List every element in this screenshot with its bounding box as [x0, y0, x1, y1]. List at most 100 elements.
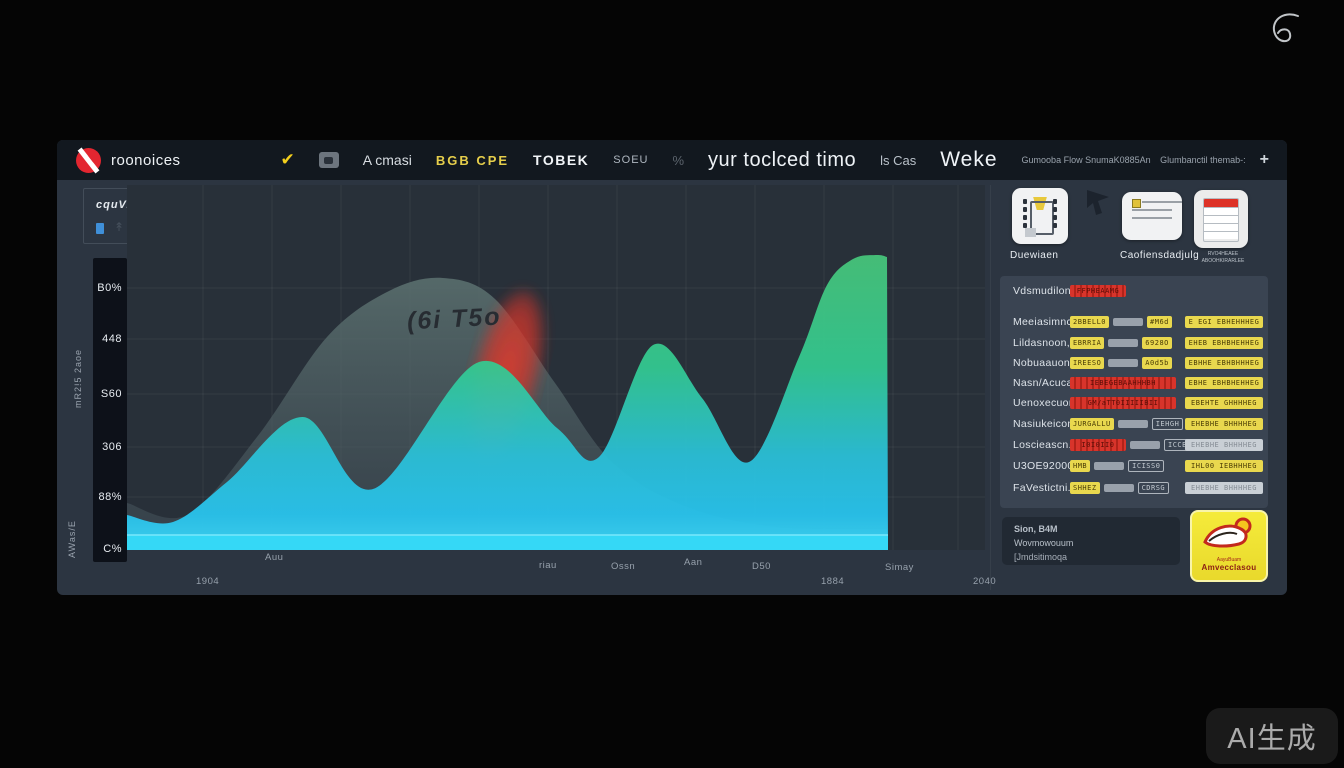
- metric-row-3[interactable]: NobuaauonIREESO A0d5b EBHHE EBHBHHHEG: [1000, 355, 1268, 371]
- nav-item-7[interactable]: yur toclced timo: [708, 149, 856, 172]
- metric-right-badge: E EGI EBHEHHHEG: [1185, 316, 1263, 328]
- brand-label: roonoices: [111, 152, 181, 169]
- y-tick-0: B0%: [97, 282, 122, 294]
- nav-check-icon[interactable]: ✔: [281, 150, 295, 170]
- y-tick-4: 88%: [98, 491, 122, 503]
- x-label-0: 1904: [196, 576, 219, 587]
- metric-cells: HMB ICISS0: [1070, 460, 1164, 472]
- metric-row-7[interactable]: Loscieascn..I0I0II0ICCB5EHEBHE BHHHHEG: [1000, 437, 1268, 453]
- nav-item-2[interactable]: A cmasi: [363, 152, 412, 168]
- brand[interactable]: roonoices: [75, 147, 181, 174]
- card-list-label: Caofiensdadjulg: [1120, 250, 1199, 261]
- info-card[interactable]: Sion, B4M Wovmowouum [Jmdsitimoqa: [1002, 517, 1180, 565]
- swoosh-icon: [1262, 10, 1310, 56]
- progress-bar: [1113, 318, 1143, 326]
- ai-watermark: AI生成: [1206, 708, 1338, 764]
- cursor-icon[interactable]: [1085, 188, 1111, 216]
- card-film[interactable]: [1012, 188, 1068, 244]
- x-label-3: Ossn: [611, 561, 635, 572]
- metric-right-badge: EBHHE EBHBHHHEG: [1185, 357, 1263, 369]
- progress-bar: [1108, 339, 1138, 347]
- metric-badge: HMB: [1070, 460, 1090, 472]
- nav-item-4[interactable]: TOBEK: [533, 152, 589, 168]
- metric-badge: IEHGH: [1152, 418, 1184, 430]
- metric-badge: #M6d: [1147, 316, 1172, 328]
- metric-cells: IREESO A0d5b: [1070, 357, 1172, 369]
- list-icon: [1132, 201, 1172, 231]
- metric-badge: CDRSG: [1138, 482, 1170, 494]
- metric-row-9[interactable]: FaVestictni..SHHEZCDRSGEHEBHE BHHHHEG: [1000, 480, 1268, 496]
- metric-badge: 6928O: [1142, 337, 1172, 349]
- metric-row-8[interactable]: U3OE92000HMB ICISS0 IHL00 IEBHHHEG: [1000, 458, 1268, 474]
- metric-row-0[interactable]: VdsmudilonoFFPHEAAMG: [1000, 283, 1268, 299]
- nav-item-r0[interactable]: Glumbanctil themab-:: [1160, 155, 1246, 165]
- metric-label: Uenoxecuon: [1013, 397, 1073, 409]
- metric-badge: IREESO: [1070, 357, 1104, 369]
- metric-right-badge: EHEB EBHBHEHHEG: [1185, 337, 1263, 349]
- nav-item-8[interactable]: ls Cas: [880, 153, 916, 168]
- metric-cells: EBRRIA 6928O: [1070, 337, 1172, 349]
- nav-item-6[interactable]: %: [672, 153, 684, 168]
- metric-badge: FFPHEAAMG: [1070, 285, 1126, 297]
- metric-row-1[interactable]: Meeiasimncnt2BBELL0#M6dE EGI EBHEHHHEG: [1000, 314, 1268, 330]
- card-list[interactable]: [1122, 192, 1182, 240]
- y-tick-5: C%: [103, 543, 122, 555]
- y-axis-title-top: mR2!5 2aoe: [73, 349, 83, 408]
- metric-right-badge: EBEHTE GHHHHEG: [1185, 397, 1263, 409]
- up-arrow-icon: ↟: [114, 220, 124, 234]
- card-table-label: RVO4HEAEEABOOHKIRARLEE: [1196, 251, 1250, 265]
- nav-item-10[interactable]: Gumooba Flow SnumaK0885An: [1022, 155, 1151, 165]
- metric-cells: FFPHEAAMG: [1070, 285, 1126, 297]
- nav-item-5[interactable]: SOEU: [613, 154, 648, 166]
- sponsor-card[interactable]: AayuBuam Amvecclasou: [1190, 510, 1268, 582]
- metric-label: Lildasnoon,: [1013, 337, 1070, 349]
- metric-row-6[interactable]: Nasiukeicon..JURGALLUIEHGHEHEBHE BHHHHEG: [1000, 416, 1268, 432]
- progress-bar: [1118, 420, 1148, 428]
- metric-cells: IEBEGEBAAHHHBH: [1070, 377, 1176, 389]
- metric-cells: 2BBELL0#M6d: [1070, 316, 1172, 328]
- nav-item-r1[interactable]: +: [1260, 151, 1269, 169]
- chart-plot-area: [127, 185, 985, 550]
- y-axis-strip: B0%448S6030688%C%: [93, 258, 127, 562]
- cyan-strip-highlight: [127, 534, 888, 536]
- sponsor-logo-icon: [1199, 516, 1259, 554]
- area-chart: [127, 185, 985, 550]
- progress-bar: [1108, 359, 1138, 367]
- metric-badge: EBRRIA: [1070, 337, 1104, 349]
- brand-logo-icon: [75, 147, 102, 174]
- metric-badge: A0d5b: [1142, 357, 1172, 369]
- y-axis-title-bottom: AWas/E: [67, 520, 77, 558]
- dashboard-panel: roonoices ✔ A cmasi BGB CPE TOBEK SOEU% yur t…: [57, 140, 1287, 595]
- metric-badge: ICISS0: [1128, 460, 1164, 472]
- metric-row-2[interactable]: Lildasnoon,EBRRIA 6928O EHEB EBHBHEHHEG: [1000, 335, 1268, 351]
- metric-right-badge: EHEBHE BHHHHEG: [1185, 482, 1263, 494]
- metric-right-badge: IHL00 IEBHHHEG: [1185, 460, 1263, 472]
- sponsor-label: Amvecclasou: [1192, 563, 1266, 572]
- metric-cells: I0I0II0ICCB5: [1070, 439, 1196, 451]
- metric-label: Vdsmudilono: [1013, 285, 1073, 297]
- nav-item-9[interactable]: Weke: [940, 148, 997, 172]
- nav-item-3[interactable]: BGB CPE: [436, 153, 509, 168]
- x-label-1: Auu: [265, 552, 283, 563]
- progress-bar: [1130, 441, 1160, 449]
- x-label-7: Simay: [885, 562, 914, 573]
- card-table[interactable]: [1194, 190, 1248, 248]
- chart-annotation: (6i T5o: [406, 303, 502, 337]
- metric-label: Nasn/Acuca,: [1013, 377, 1073, 389]
- metric-cells: SHHEZCDRSG: [1070, 482, 1169, 494]
- metric-right-badge: EBHE EBHBHEHHEG: [1185, 377, 1263, 389]
- nav-items: ✔ A cmasi BGB CPE TOBEK SOEU% yur toclced tim…: [281, 148, 1161, 172]
- y-tick-2: S60: [101, 388, 122, 400]
- metric-row-4[interactable]: Nasn/Acuca,IEBEGEBAAHHHBH EBHE EBHBHEHHEG: [1000, 375, 1268, 391]
- x-label-6: 1884: [821, 576, 844, 587]
- metric-label: U3OE92000: [1013, 460, 1073, 472]
- metric-label: Nasiukeicon..: [1013, 418, 1073, 430]
- card-film-label: Duewiaen: [1010, 250, 1058, 261]
- metric-label: Nobuaauon: [1013, 357, 1070, 369]
- nav-mini-button[interactable]: [319, 152, 339, 168]
- x-label-4: Aan: [684, 557, 702, 568]
- info-line-3: [Jmdsitimoqa: [1014, 551, 1168, 565]
- y-tick-3: 306: [102, 441, 122, 453]
- metrics-panel: VdsmudilonoFFPHEAAMGMeeiasimncnt2BBELL0#…: [1000, 276, 1268, 508]
- metric-row-5[interactable]: UenoxecuonGM/aTT0IIIIIBIIEBEHTE GHHHHEG: [1000, 395, 1268, 411]
